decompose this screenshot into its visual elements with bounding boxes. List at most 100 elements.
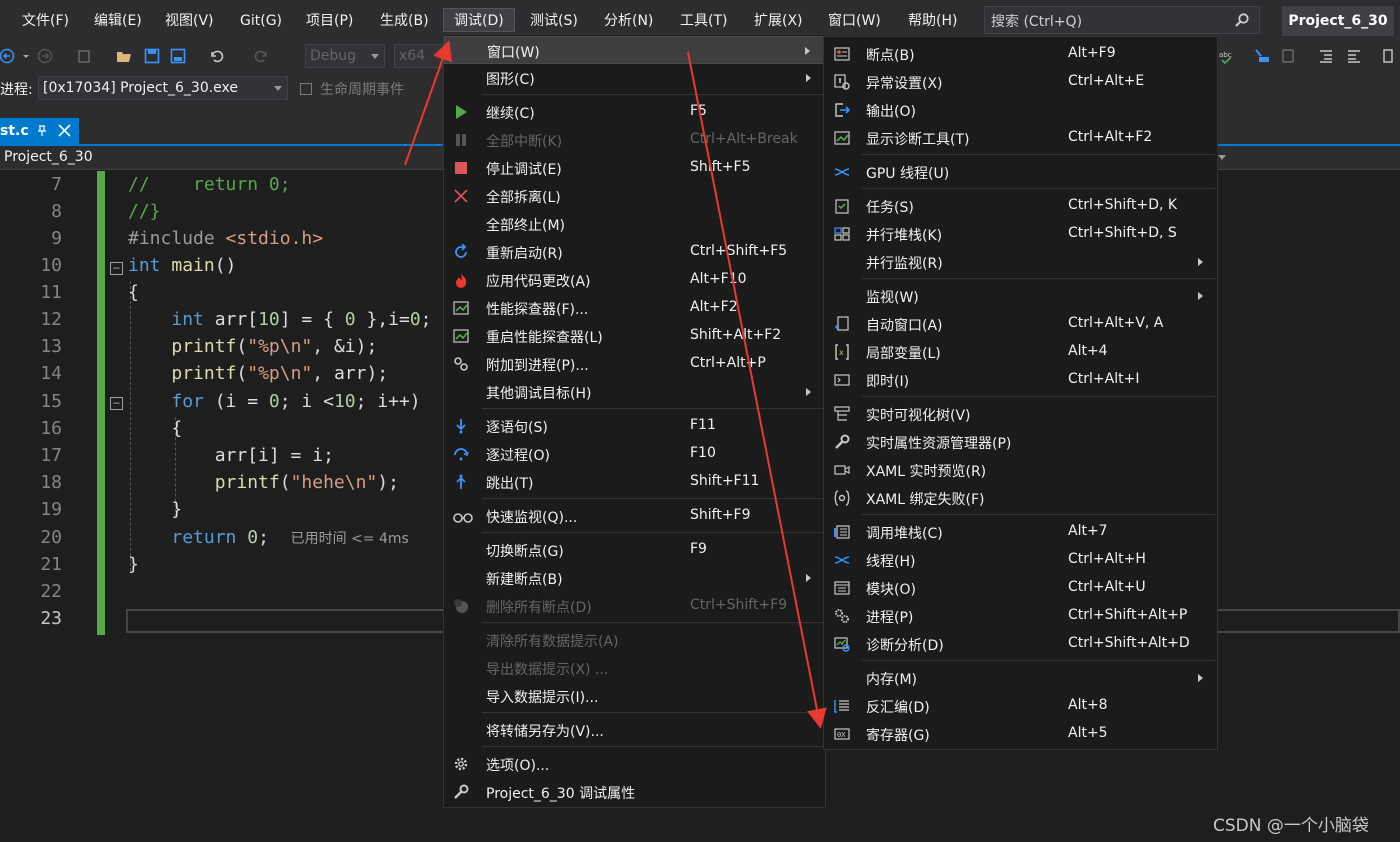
menu-item-import-datatips[interactable]: 导入数据提示(I)... <box>444 682 825 710</box>
menu-item-call-stack[interactable]: 调用堆栈(C) Alt+7 <box>824 518 1217 546</box>
chevron-down-icon[interactable] <box>22 48 30 64</box>
menu-item-relaunch-profiler[interactable]: 重启性能探查器(L) Shift+Alt+F2 <box>444 322 825 350</box>
comment-icon[interactable] <box>1280 48 1296 64</box>
menu-item-parallel-stacks[interactable]: 并行堆栈(K) Ctrl+Shift+D, S <box>824 220 1217 248</box>
menu-item-tasks[interactable]: 任务(S) Ctrl+Shift+D, K <box>824 192 1217 220</box>
close-icon[interactable] <box>58 124 71 137</box>
menu-item-exception-settings[interactable]: 异常设置(X) Ctrl+Alt+E <box>824 68 1217 96</box>
undo-icon[interactable] <box>208 48 224 64</box>
menu-item-immediate[interactable]: 即时(I) Ctrl+Alt+I <box>824 366 1217 394</box>
menu-item-step-out[interactable]: 跳出(T) Shift+F11 <box>444 468 825 496</box>
menu-item-new-breakpoint[interactable]: 新建断点(B) <box>444 564 825 592</box>
menu-item-breakpoints[interactable]: 断点(B) Alt+F9 <box>824 40 1217 68</box>
platform-dropdown[interactable]: x64 <box>394 44 444 68</box>
overflow-icon[interactable] <box>1380 48 1396 64</box>
menu-item-window[interactable]: 窗口(W) <box>444 36 825 64</box>
menu-item-xaml-live-preview[interactable]: XAML 实时预览(R) <box>824 456 1217 484</box>
menu-extensions[interactable]: 扩展(X) <box>752 9 805 33</box>
redo-icon[interactable] <box>254 48 270 64</box>
menu-item-attach-to-process[interactable]: 附加到进程(P)... Ctrl+Alt+P <box>444 350 825 378</box>
menu-analyze[interactable]: 分析(N) <box>602 9 655 33</box>
menu-item-parallel-watch[interactable]: 并行监视(R) <box>824 248 1217 276</box>
menu-item-stop-debugging[interactable]: 停止调试(E) Shift+F5 <box>444 154 825 182</box>
menu-item-debug-properties[interactable]: Project_6_30 调试属性 <box>444 778 825 806</box>
menu-debug[interactable]: 调试(D) <box>443 8 515 32</box>
menu-item-detach-all[interactable]: 全部拆离(L) <box>444 182 825 210</box>
menu-item-diagnostic-analysis[interactable]: 诊断分析(D) Ctrl+Shift+Alt+D <box>824 630 1217 658</box>
indent-icon[interactable] <box>1318 48 1334 64</box>
menu-item-live-property-explorer[interactable]: 实时属性资源管理器(P) <box>824 428 1217 456</box>
menu-item-export-datatips[interactable]: 导出数据提示(X) ... <box>444 654 825 682</box>
solution-name-badge[interactable]: Project_6_30 <box>1282 6 1394 36</box>
menu-item-autos[interactable]: 自动窗口(A) Ctrl+Alt+V, A <box>824 310 1217 338</box>
menu-item-locals[interactable]: x 局部变量(L) Alt+4 <box>824 338 1217 366</box>
menu-item-diagnostic-tools[interactable]: 显示诊断工具(T) Ctrl+Alt+F2 <box>824 124 1217 152</box>
menu-item-output[interactable]: 输出(O) <box>824 96 1217 124</box>
new-item-icon[interactable] <box>76 48 92 64</box>
process-label: 进程: <box>0 82 33 98</box>
configuration-dropdown[interactable]: Debug <box>305 44 385 68</box>
menu-view[interactable]: 视图(V) <box>163 9 216 33</box>
menu-test[interactable]: 测试(S) <box>528 9 580 33</box>
menu-item-performance-profiler[interactable]: 性能探查器(F)... Alt+F2 <box>444 294 825 322</box>
project-scope-dropdown[interactable]: Project_6_30 <box>4 149 93 165</box>
menu-item-apply-code-changes[interactable]: 应用代码更改(A) Alt+F10 <box>444 266 825 294</box>
menu-build[interactable]: 生成(B) <box>378 9 431 33</box>
menu-item-disassembly[interactable]: 反汇编(D) Alt+8 <box>824 692 1217 720</box>
menu-item-gpu-threads[interactable]: GPU 线程(U) <box>824 158 1217 186</box>
menu-item-registers[interactable]: 0X 寄存器(G) Alt+5 <box>824 720 1217 748</box>
menu-git[interactable]: Git(G) <box>238 9 284 33</box>
menu-item-xaml-binding-failures[interactable]: XAML 绑定失败(F) <box>824 484 1217 512</box>
menu-item-options[interactable]: 选项(O)... <box>444 750 825 778</box>
menu-item-continue[interactable]: 继续(C) F5 <box>444 98 825 126</box>
menu-item-clear-datatips[interactable]: 清除所有数据提示(A) <box>444 626 825 654</box>
menu-item-other-debug-targets[interactable]: 其他调试目标(H) <box>444 378 825 406</box>
menu-item-modules[interactable]: 模块(O) Ctrl+Alt+U <box>824 574 1217 602</box>
processes-icon <box>835 609 849 623</box>
open-folder-icon[interactable] <box>116 48 132 64</box>
menu-project[interactable]: 项目(P) <box>304 9 355 33</box>
disassembly-icon <box>834 700 849 713</box>
save-icon[interactable] <box>144 48 160 64</box>
menu-item-restart[interactable]: 重新启动(R) Ctrl+Shift+F5 <box>444 238 825 266</box>
menu-item-break-all[interactable]: 全部中断(K) Ctrl+Alt+Break <box>444 126 825 154</box>
menu-item-step-into[interactable]: 逐语句(S) F11 <box>444 412 825 440</box>
menu-item-threads[interactable]: 线程(H) Ctrl+Alt+H <box>824 546 1217 574</box>
menu-item-processes[interactable]: 进程(P) Ctrl+Shift+Alt+P <box>824 602 1217 630</box>
lifecycle-events-button[interactable]: 生命周期事件 <box>300 79 404 99</box>
menu-item-delete-all-breakpoints[interactable]: 删除所有断点(D) Ctrl+Shift+F9 <box>444 592 825 620</box>
forward-icon[interactable] <box>37 48 53 64</box>
menu-help[interactable]: 帮助(H) <box>906 9 959 33</box>
menu-item-shortcut: Ctrl+Alt+I <box>1068 371 1140 387</box>
menu-item-shortcut: F5 <box>690 103 707 119</box>
process-dropdown[interactable]: [0x17034] Project_6_30.exe <box>38 76 288 100</box>
menu-item-memory[interactable]: 内存(M) <box>824 664 1217 692</box>
menu-window[interactable]: 窗口(W) <box>826 9 883 33</box>
menu-item-toggle-breakpoint[interactable]: 切换断点(G) F9 <box>444 536 825 564</box>
lifecycle-icon <box>300 83 312 95</box>
menu-item-live-visual-tree[interactable]: 实时可视化树(V) <box>824 400 1217 428</box>
search-box[interactable]: 搜索 (Ctrl+Q) <box>984 6 1260 34</box>
save-all-icon[interactable] <box>170 48 186 64</box>
menu-item-save-dump[interactable]: 将转储另存为(V)... <box>444 716 825 744</box>
breakpoint-toggle-icon[interactable] <box>1254 48 1270 64</box>
collapse-toggle[interactable]: − <box>110 262 123 275</box>
menu-tools[interactable]: 工具(T) <box>678 9 729 33</box>
menu-item-watch[interactable]: 监视(W) <box>824 282 1217 310</box>
spell-check-icon[interactable]: abc <box>1218 48 1234 64</box>
pin-icon[interactable] <box>36 125 48 137</box>
back-icon[interactable] <box>0 48 16 64</box>
collapse-toggle[interactable]: − <box>110 397 123 410</box>
menu-item-label: 重启性能探查器(L) <box>486 330 603 346</box>
code-line: return 0; 已用时间 <= 4ms <box>171 527 409 548</box>
menu-item-graphics[interactable]: 图形(C) <box>444 64 825 92</box>
menu-item-step-over[interactable]: 逐过程(O) F10 <box>444 440 825 468</box>
menu-edit[interactable]: 编辑(E) <box>92 9 144 33</box>
outdent-icon[interactable] <box>1346 48 1362 64</box>
menu-item-shortcut: Ctrl+Alt+H <box>1068 551 1146 567</box>
menu-file[interactable]: 文件(F) <box>20 9 71 33</box>
menu-item-quick-watch[interactable]: 快速监视(Q)... Shift+F9 <box>444 502 825 530</box>
document-tab[interactable]: st.c <box>0 118 79 144</box>
menu-item-terminate-all[interactable]: 全部终止(M) <box>444 210 825 238</box>
chevron-down-icon[interactable] <box>1218 155 1226 160</box>
